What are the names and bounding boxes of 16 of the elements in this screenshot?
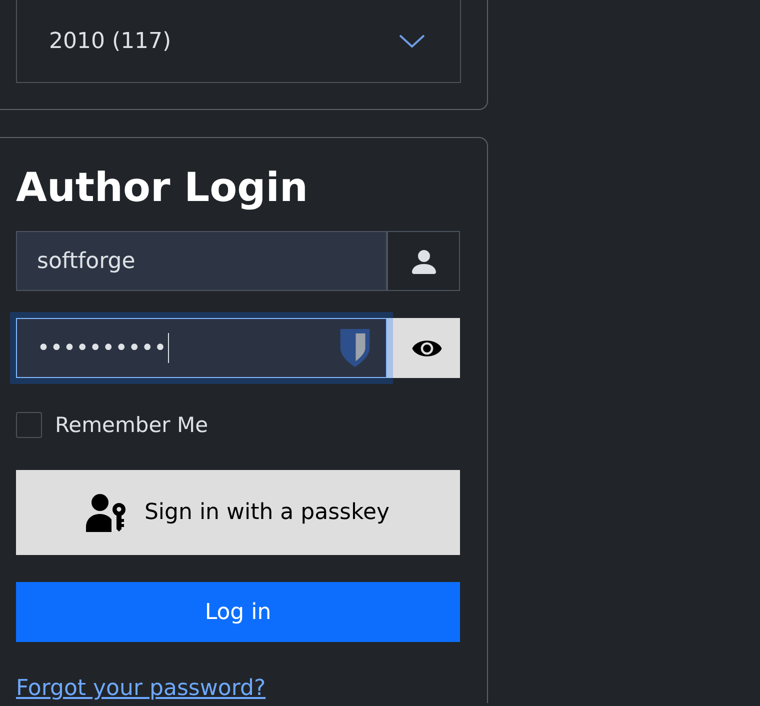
login-button[interactable]: Log in xyxy=(16,582,460,642)
shield-icon xyxy=(340,329,370,367)
password-field[interactable]: •••••••••• xyxy=(16,318,387,378)
year-select[interactable]: 2010 (117) xyxy=(16,0,461,83)
eye-icon xyxy=(412,338,442,358)
remember-me-checkbox[interactable] xyxy=(16,412,42,438)
forgot-password-link[interactable]: Forgot your password? xyxy=(16,676,266,701)
passkey-button[interactable]: Sign in with a passkey xyxy=(16,470,460,555)
text-cursor xyxy=(168,333,170,363)
chevron-down-icon xyxy=(399,34,425,48)
remember-me-label[interactable]: Remember Me xyxy=(55,412,208,438)
show-password-button[interactable] xyxy=(387,318,460,378)
user-icon xyxy=(412,248,436,274)
user-key-icon xyxy=(86,494,126,532)
login-heading: Author Login xyxy=(16,164,309,212)
username-field[interactable]: softforge xyxy=(16,231,387,291)
